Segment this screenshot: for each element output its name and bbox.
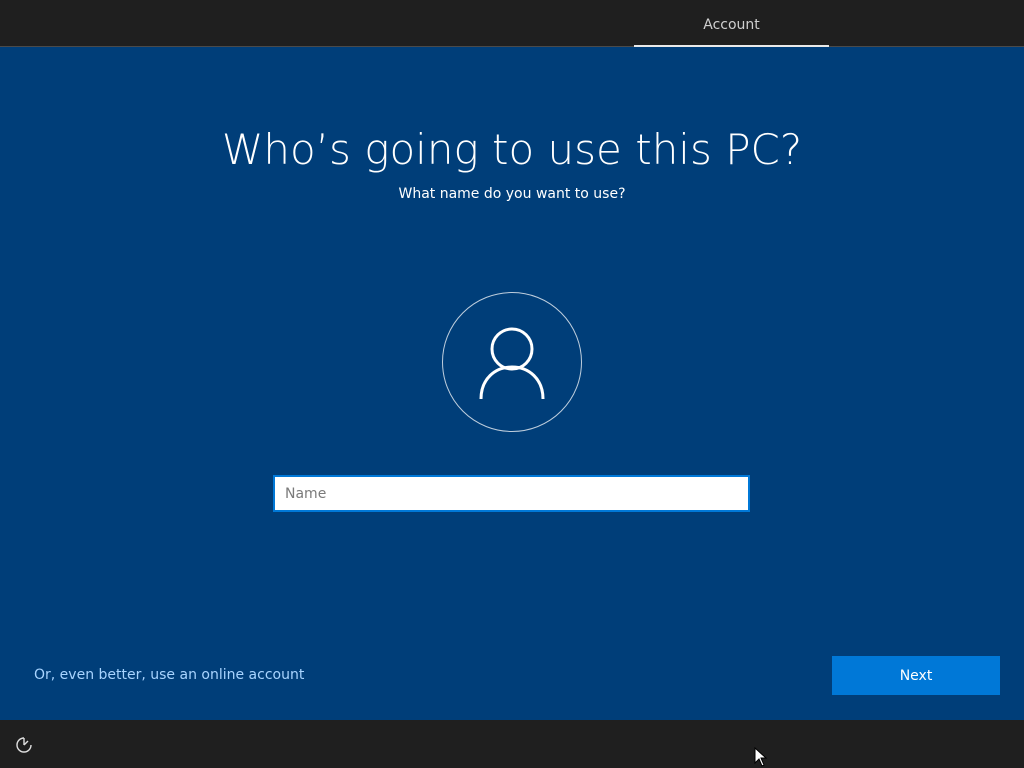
- mouse-cursor-icon: [754, 747, 768, 767]
- online-account-link[interactable]: Or, even better, use an online account: [34, 667, 304, 683]
- page-subtitle: What name do you want to use?: [398, 186, 626, 202]
- ease-of-access-icon[interactable]: [15, 736, 33, 754]
- page-title: Who’s going to use this PC?: [221, 125, 803, 174]
- main-panel: Who’s going to use this PC? What name do…: [0, 47, 1024, 720]
- bottom-bar: [0, 720, 1024, 768]
- top-bar: Account: [0, 0, 1024, 47]
- tab-account: Account: [703, 17, 760, 33]
- next-button[interactable]: Next: [832, 656, 1000, 695]
- user-icon: [479, 327, 545, 400]
- avatar: [442, 292, 582, 432]
- name-input[interactable]: [273, 475, 750, 512]
